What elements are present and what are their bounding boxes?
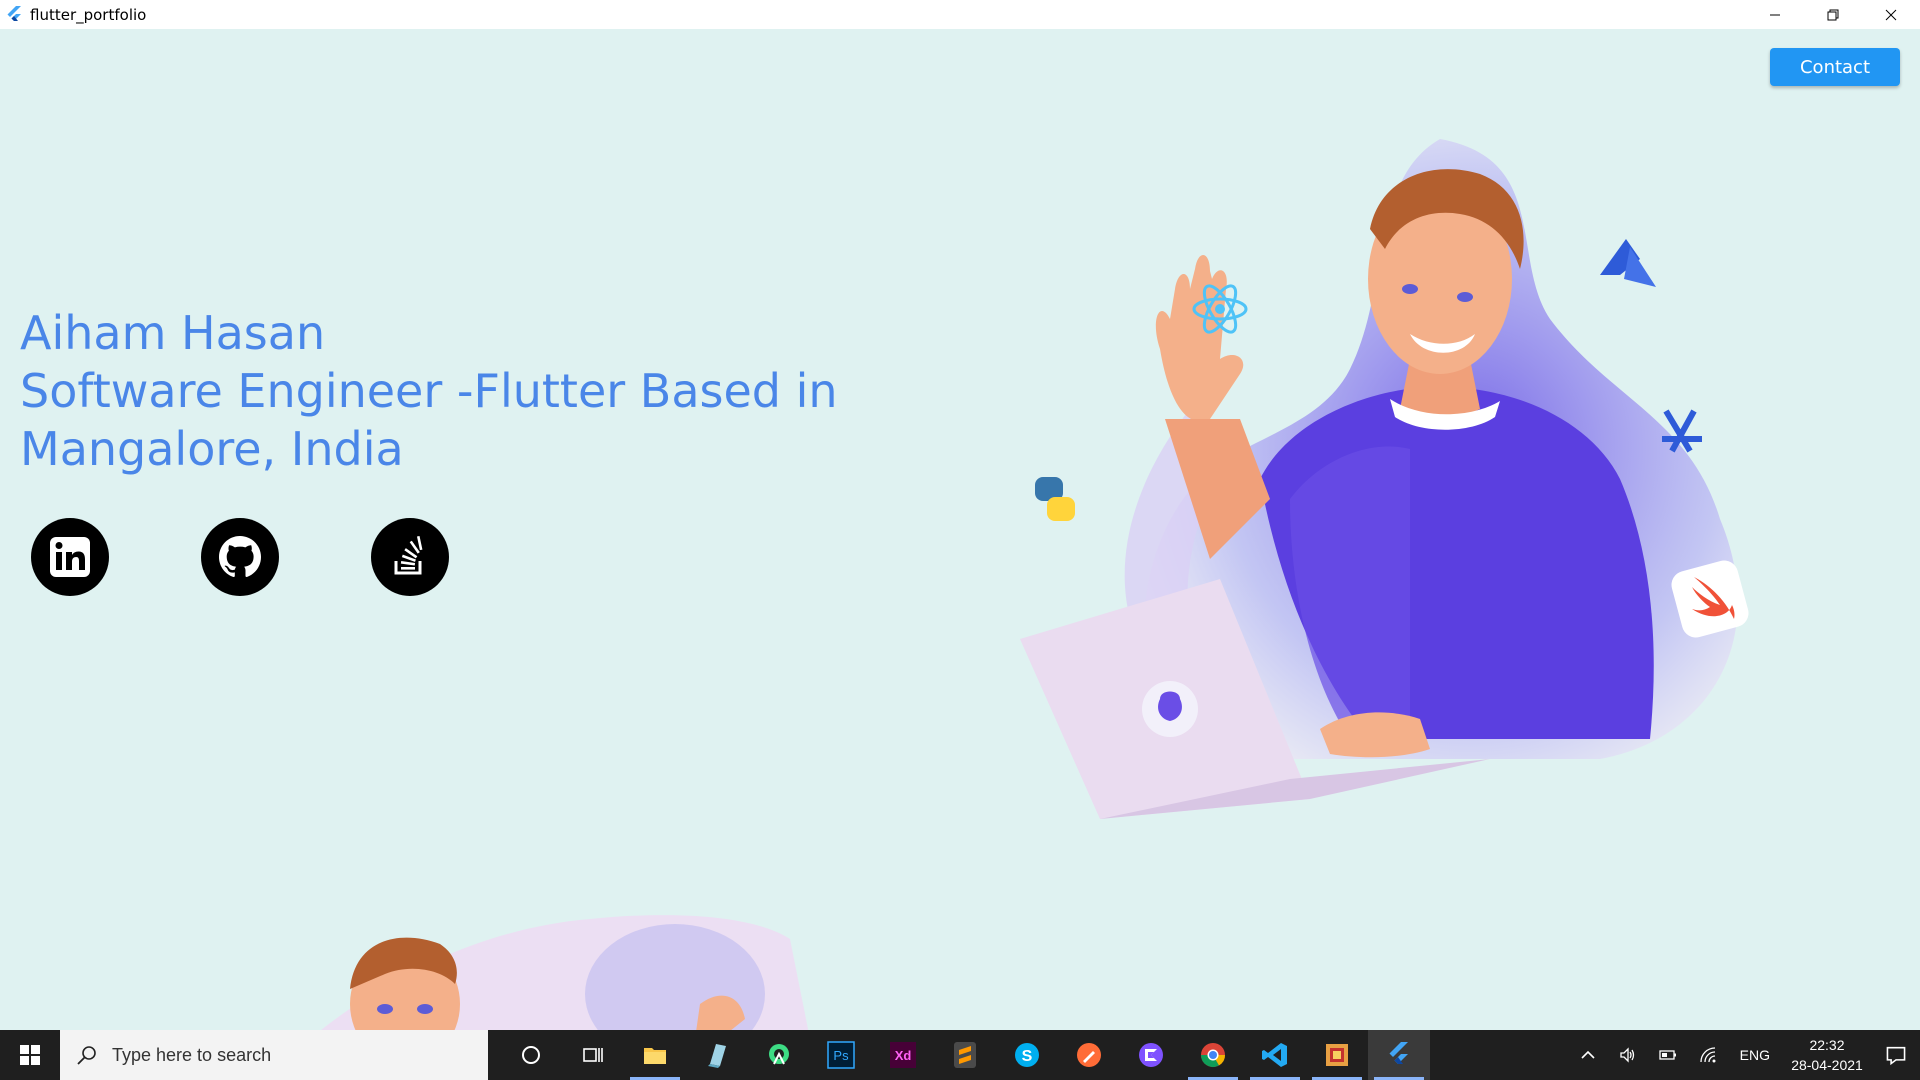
network-button[interactable] — [1688, 1046, 1728, 1064]
battery-button[interactable] — [1648, 1046, 1688, 1064]
speaker-icon — [1620, 1047, 1634, 1063]
stackoverflow-icon — [394, 535, 423, 575]
hero-name: Aiham Hasan — [20, 306, 326, 360]
cortana-button[interactable] — [500, 1030, 562, 1080]
clock-time: 22:32 — [1809, 1037, 1845, 1053]
hero-role: Software Engineer -Flutter Based in — [20, 364, 838, 418]
linkedin-icon — [50, 537, 90, 577]
stackoverflow-button[interactable] — [371, 518, 449, 596]
flutter-app-button[interactable] — [1368, 1030, 1430, 1080]
search-input[interactable] — [110, 1043, 454, 1067]
skype-button[interactable]: S — [996, 1030, 1058, 1080]
notepad-icon — [708, 1044, 726, 1068]
vscode-icon — [1262, 1043, 1287, 1067]
taskbar: Ps Xd S — [0, 1030, 1920, 1080]
folder-icon — [644, 1048, 666, 1064]
battery-icon — [1659, 1050, 1676, 1060]
office-icon — [1326, 1044, 1348, 1066]
clock[interactable]: 22:32 28-04-2021 — [1782, 1035, 1872, 1075]
input-language[interactable]: ENG — [1740, 1047, 1770, 1063]
android-studio-icon — [769, 1044, 789, 1065]
postman-icon — [1077, 1043, 1101, 1067]
github-icon — [219, 536, 261, 578]
chrome-button[interactable] — [1182, 1030, 1244, 1080]
developer-illustration-secondary — [321, 915, 809, 1030]
notification-center-button[interactable] — [1872, 1044, 1920, 1066]
window-title: flutter_portfolio — [30, 5, 147, 24]
portfolio-page: Contact Aiham Hasan Software Engineer -F… — [0, 29, 1920, 1030]
cortana-icon — [522, 1046, 540, 1064]
adobe-xd-icon: Xd — [890, 1042, 916, 1068]
window-controls — [1746, 0, 1920, 29]
chevron-up-icon — [1581, 1050, 1595, 1059]
postman-button[interactable] — [1058, 1030, 1120, 1080]
hero-heading: Aiham Hasan Software Engineer -Flutter B… — [20, 304, 920, 478]
task-view-icon — [583, 1048, 603, 1062]
title-bar: flutter_portfolio — [0, 0, 1920, 29]
file-explorer-button[interactable] — [624, 1030, 686, 1080]
start-button[interactable] — [0, 1030, 60, 1080]
photoshop-button[interactable]: Ps — [810, 1030, 872, 1080]
svg-text:Ps: Ps — [833, 1048, 849, 1063]
hero-location: Mangalore, India — [20, 422, 404, 476]
sublime-text-button[interactable] — [934, 1030, 996, 1080]
kotlin-button[interactable] — [1120, 1030, 1182, 1080]
restore-button[interactable] — [1804, 0, 1862, 29]
photoshop-icon: Ps — [827, 1041, 855, 1069]
adobe-xd-button[interactable]: Xd — [872, 1030, 934, 1080]
flutter-icon — [7, 5, 21, 21]
svg-text:Xd: Xd — [895, 1048, 912, 1063]
restore-icon — [1827, 9, 1839, 20]
android-studio-button[interactable] — [748, 1030, 810, 1080]
system-tray: ENG 22:32 28-04-2021 — [1568, 1030, 1920, 1080]
svg-text:S: S — [1022, 1048, 1033, 1065]
skype-icon: S — [1015, 1043, 1039, 1067]
github-button[interactable] — [201, 518, 279, 596]
python-logo-icon — [1035, 477, 1075, 521]
taskbar-search[interactable] — [60, 1030, 488, 1080]
taskbar-apps: Ps Xd S — [500, 1030, 1430, 1080]
sublime-text-icon — [954, 1042, 976, 1068]
notepad-button[interactable] — [686, 1030, 748, 1080]
flutter-icon — [1389, 1042, 1408, 1064]
vscode-button[interactable] — [1244, 1030, 1306, 1080]
clock-date: 28-04-2021 — [1791, 1057, 1863, 1073]
close-icon — [1885, 9, 1897, 20]
azure-logo-icon — [1600, 239, 1656, 287]
minimize-button[interactable] — [1746, 0, 1804, 29]
windows-icon — [20, 1045, 40, 1065]
volume-button[interactable] — [1608, 1046, 1648, 1064]
search-icon — [77, 1046, 96, 1065]
developer-illustration — [1020, 139, 1749, 819]
chrome-icon — [1201, 1043, 1225, 1068]
contact-button[interactable]: Contact — [1770, 48, 1900, 86]
linkedin-button[interactable] — [31, 518, 109, 596]
kotlin-icon — [1139, 1043, 1163, 1067]
minimize-icon — [1770, 14, 1780, 15]
wifi-icon — [1700, 1047, 1716, 1063]
close-button[interactable] — [1862, 0, 1920, 29]
notification-icon — [1886, 1046, 1906, 1066]
show-hidden-icons-button[interactable] — [1568, 1046, 1608, 1064]
office-button[interactable] — [1306, 1030, 1368, 1080]
task-view-button[interactable] — [562, 1030, 624, 1080]
